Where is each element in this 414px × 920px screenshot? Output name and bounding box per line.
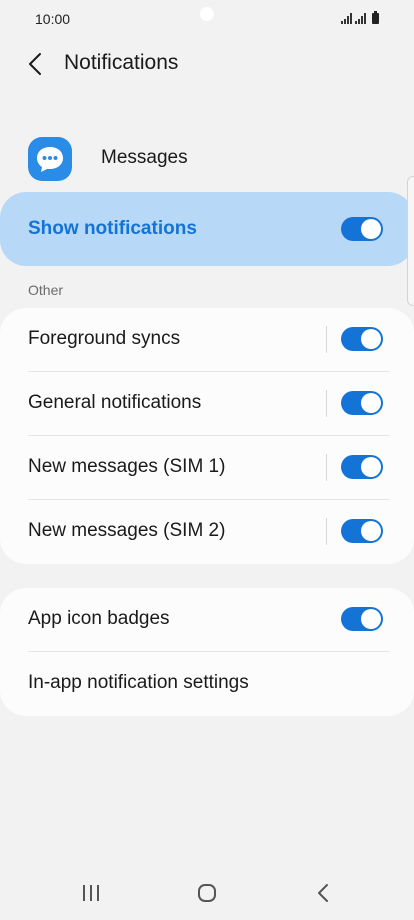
- app-info: Messages: [0, 132, 414, 186]
- chat-bubble-icon: [28, 137, 72, 181]
- header: Notifications: [0, 40, 414, 88]
- navigation-bar: [0, 866, 414, 920]
- setting-row-foreground-syncs[interactable]: Foreground syncs: [0, 308, 414, 372]
- chevron-left-icon: [29, 53, 41, 75]
- toggle-knob: [361, 457, 381, 477]
- divider: [326, 518, 327, 545]
- app-name: Messages: [101, 147, 188, 168]
- toggle-knob: [361, 393, 381, 413]
- signal-icon: [341, 13, 352, 24]
- signal-icon: [355, 13, 366, 24]
- toggle-knob: [361, 609, 381, 629]
- status-icons: [341, 11, 379, 24]
- battery-icon: [372, 11, 379, 24]
- general-notifications-toggle[interactable]: [341, 391, 383, 415]
- setting-label: In-app notification settings: [28, 672, 249, 693]
- new-messages-sim2-toggle[interactable]: [341, 519, 383, 543]
- section-header-other: Other: [28, 282, 64, 298]
- app-icon-badges-toggle[interactable]: [341, 607, 383, 631]
- divider: [326, 390, 327, 417]
- setting-label: Foreground syncs: [28, 328, 181, 349]
- home-button[interactable]: [192, 880, 222, 906]
- home-icon: [198, 884, 216, 902]
- divider: [326, 326, 327, 353]
- recent-apps-button[interactable]: [76, 880, 106, 906]
- divider: [326, 454, 327, 481]
- recent-apps-icon: [83, 885, 99, 901]
- nav-back-button[interactable]: [308, 880, 338, 906]
- other-settings-card: Foreground syncs General notifications N…: [0, 308, 414, 564]
- edge-panel-handle[interactable]: [407, 176, 414, 306]
- status-bar: 10:00: [0, 0, 414, 38]
- setting-row-in-app-notification-settings[interactable]: In-app notification settings: [0, 652, 414, 716]
- back-icon: [318, 884, 328, 902]
- setting-label: App icon badges: [28, 608, 170, 629]
- page-title: Notifications: [64, 51, 179, 74]
- status-time: 10:00: [35, 11, 71, 27]
- setting-row-general-notifications[interactable]: General notifications: [0, 372, 414, 436]
- show-notifications-label: Show notifications: [28, 218, 197, 239]
- setting-label: New messages (SIM 2): [28, 520, 226, 541]
- setting-label: General notifications: [28, 392, 202, 413]
- back-button[interactable]: [22, 50, 50, 78]
- setting-row-new-messages-sim2[interactable]: New messages (SIM 2): [0, 500, 414, 564]
- app-settings-card: App icon badges In-app notification sett…: [0, 588, 414, 716]
- toggle-knob: [361, 521, 381, 541]
- toggle-knob: [361, 219, 381, 239]
- show-notifications-toggle[interactable]: [341, 217, 383, 241]
- new-messages-sim1-toggle[interactable]: [341, 455, 383, 479]
- show-notifications-row[interactable]: Show notifications: [0, 192, 414, 266]
- foreground-syncs-toggle[interactable]: [341, 327, 383, 351]
- setting-row-new-messages-sim1[interactable]: New messages (SIM 1): [0, 436, 414, 500]
- setting-row-app-icon-badges[interactable]: App icon badges: [0, 588, 414, 652]
- setting-label: New messages (SIM 1): [28, 456, 226, 477]
- toggle-knob: [361, 329, 381, 349]
- camera-cutout: [200, 7, 214, 21]
